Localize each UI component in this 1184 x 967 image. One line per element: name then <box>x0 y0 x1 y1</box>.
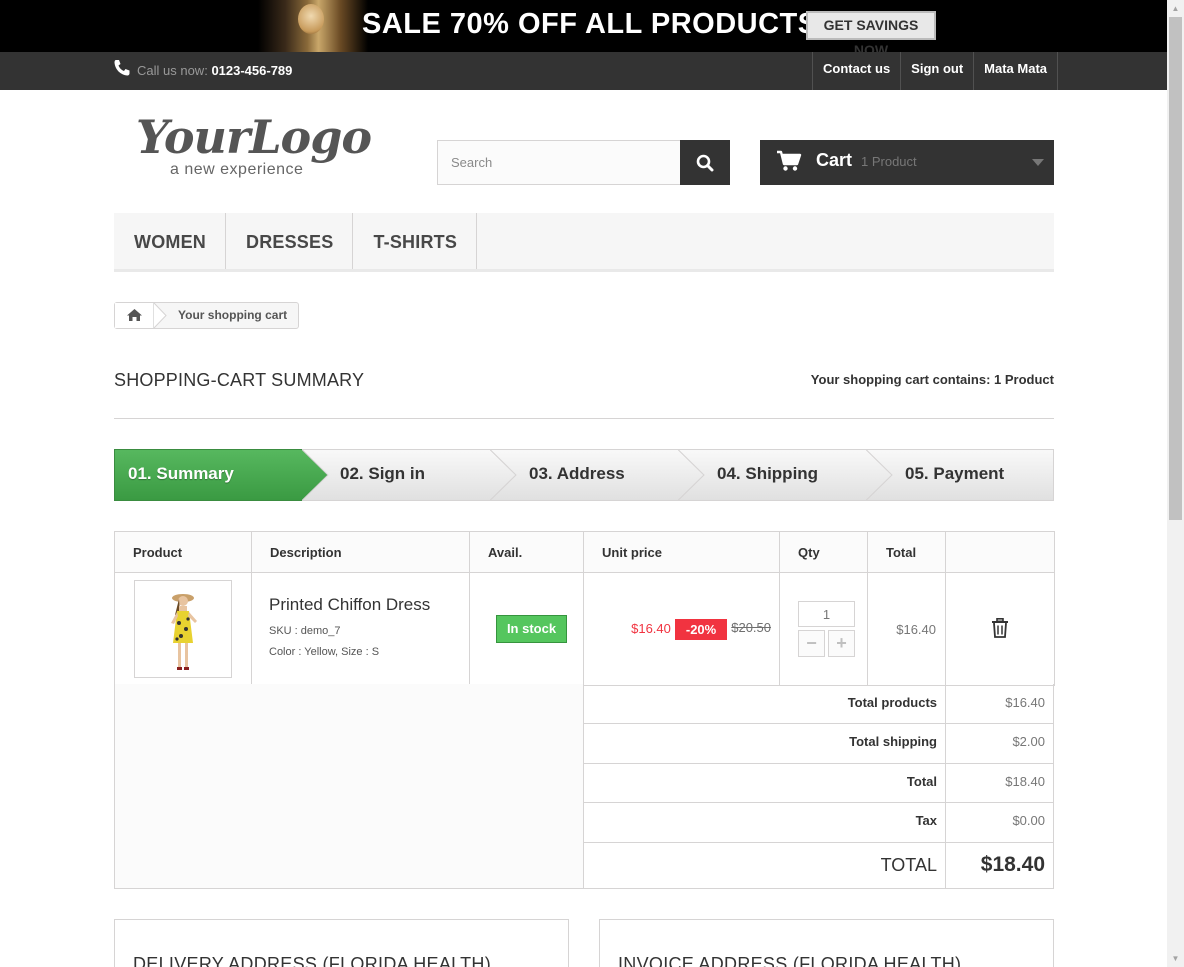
grand-total-value: $18.40 <box>945 843 1054 888</box>
total-shipping-label: Total shipping <box>849 734 937 749</box>
promo-text: SALE 70% OFF ALL PRODUCTS <box>362 8 818 40</box>
call-us-text: Call us now: 0123-456-789 <box>137 63 292 78</box>
col-availability: Avail. <box>469 531 584 573</box>
promo-banner[interactable]: SALE 70% OFF ALL PRODUCTS GET SAVINGS NO… <box>0 0 1167 52</box>
grand-total-label: TOTAL <box>880 855 937 875</box>
breadcrumb-current: Your shopping cart <box>178 308 288 322</box>
table-header-row: Product Description Avail. Unit price Qt… <box>114 531 1055 573</box>
get-savings-button[interactable]: GET SAVINGS NOW <box>806 11 936 52</box>
site-logo[interactable]: YourLogo a new experience <box>136 110 376 185</box>
total-row: Total $18.40 <box>584 764 1054 803</box>
menu-item-dresses[interactable]: DRESSES <box>226 213 354 269</box>
col-unit-price: Unit price <box>583 531 780 573</box>
cart-table: Product Description Avail. Unit price Qt… <box>114 531 1055 686</box>
cart-contains-label: Your shopping cart contains: <box>810 372 991 387</box>
totals-left-blank <box>115 684 584 888</box>
breadcrumb-home[interactable] <box>115 303 154 328</box>
product-attributes[interactable]: Color : Yellow, Size : S <box>252 642 469 663</box>
search-input[interactable] <box>437 140 681 185</box>
cart-label: Cart <box>816 150 853 170</box>
phone-icon <box>113 59 131 77</box>
sign-out-link[interactable]: Sign out <box>900 52 973 90</box>
page-scrollbar[interactable]: ▲ ▼ <box>1167 0 1184 967</box>
account-link[interactable]: Mata Mata <box>973 52 1059 90</box>
step-address[interactable]: 03. Address <box>490 449 705 501</box>
tax-row: Tax $0.00 <box>584 803 1054 843</box>
line-total: $16.40 <box>867 572 946 686</box>
contact-us-link[interactable]: Contact us <box>812 52 900 90</box>
total-products-row: Total products $16.40 <box>584 684 1054 724</box>
heading-divider <box>114 418 1054 419</box>
quantity-input[interactable] <box>798 601 855 627</box>
total-value: $18.40 <box>945 764 1054 802</box>
cart-block[interactable]: Cart 1 Product <box>760 140 1054 185</box>
total-products-value: $16.40 <box>945 684 1054 723</box>
step-summary-label: 01. Summary <box>128 464 234 483</box>
product-sku: SKU : demo_7 <box>269 625 341 637</box>
chevron-down-icon[interactable] <box>1032 159 1044 166</box>
cart-contains: Your shopping cart contains: 1 Product <box>811 372 1054 387</box>
table-row: Printed Chiffon Dress SKU : demo_7 Color… <box>114 572 1055 686</box>
scroll-up-arrow[interactable]: ▲ <box>1167 0 1184 17</box>
quantity-stepper: − + <box>798 630 867 657</box>
phone-number: 0123-456-789 <box>211 63 293 78</box>
trash-icon[interactable] <box>991 617 1009 641</box>
tax-label: Tax <box>915 813 937 828</box>
top-nav-bar: Call us now: 0123-456-789 Contact us Sig… <box>0 52 1167 90</box>
product-name-link[interactable]: Printed Chiffon Dress <box>252 595 469 615</box>
menu-item-tshirts[interactable]: T-SHIRTS <box>353 213 478 269</box>
step-shipping-label: 04. Shipping <box>717 464 819 483</box>
qty-decrease-button[interactable]: − <box>798 630 825 657</box>
step-payment[interactable]: 05. Payment <box>866 449 1054 501</box>
grand-total-row: TOTAL $18.40 <box>584 843 1054 888</box>
promo-model-image <box>258 0 368 52</box>
scroll-down-arrow[interactable]: ▼ <box>1167 950 1184 967</box>
col-delete <box>945 531 1055 573</box>
status-badge: In stock <box>496 615 567 643</box>
step-sign-in-label: 02. Sign in <box>340 464 426 483</box>
col-total: Total <box>867 531 946 573</box>
delivery-address-box: DELIVERY ADDRESS (FLORIDA HEALTH) <box>114 919 569 967</box>
logo-main-text: YourLogo <box>136 110 372 164</box>
cart-count: 1 Product <box>861 154 917 169</box>
cart-contains-value: 1 Product <box>994 372 1054 387</box>
total-products-label: Total products <box>847 695 937 710</box>
scroll-thumb[interactable] <box>1169 17 1182 520</box>
category-menu: WOMEN DRESSES T-SHIRTS <box>114 213 1054 272</box>
cart-icon <box>776 150 802 177</box>
total-label: Total <box>906 774 937 789</box>
qty-increase-button[interactable]: + <box>828 630 855 657</box>
step-summary[interactable]: 01. Summary <box>114 449 329 501</box>
step-payment-label: 05. Payment <box>905 464 1005 483</box>
step-shipping[interactable]: 04. Shipping <box>678 449 893 501</box>
delivery-address-title: DELIVERY ADDRESS (FLORIDA HEALTH) <box>133 954 491 967</box>
breadcrumb-separator <box>154 303 167 328</box>
tax-value: $0.00 <box>945 803 1054 842</box>
col-qty: Qty <box>779 531 868 573</box>
step-sign-in[interactable]: 02. Sign in <box>302 449 517 501</box>
logo-tagline: a new experience <box>170 161 304 178</box>
invoice-address-title: INVOICE ADDRESS (FLORIDA HEALTH) <box>618 954 962 967</box>
page-title: SHOPPING-CART SUMMARY <box>114 370 365 390</box>
search-button[interactable] <box>680 140 730 185</box>
user-links: Contact us Sign out Mata Mata <box>812 52 1059 90</box>
discount-badge: -20% <box>674 618 728 640</box>
col-description: Description <box>251 531 470 573</box>
invoice-address-box: INVOICE ADDRESS (FLORIDA HEALTH) <box>599 919 1054 967</box>
call-us-label: Call us now: <box>137 63 208 78</box>
total-shipping-value: $2.00 <box>945 724 1054 763</box>
unit-price: $16.40 <box>631 620 671 636</box>
totals-table: Total products $16.40 Total shipping $2.… <box>114 684 1054 889</box>
step-address-label: 03. Address <box>529 464 625 483</box>
home-icon <box>127 309 142 321</box>
breadcrumb: Your shopping cart <box>114 302 299 329</box>
old-price: $20.50 <box>731 620 771 636</box>
product-image[interactable] <box>134 580 232 678</box>
total-shipping-row: Total shipping $2.00 <box>584 724 1054 764</box>
menu-item-women[interactable]: WOMEN <box>114 213 226 269</box>
col-product: Product <box>114 531 252 573</box>
checkout-steps: 01. Summary 02. Sign in 03. Address 04. … <box>114 449 1054 501</box>
